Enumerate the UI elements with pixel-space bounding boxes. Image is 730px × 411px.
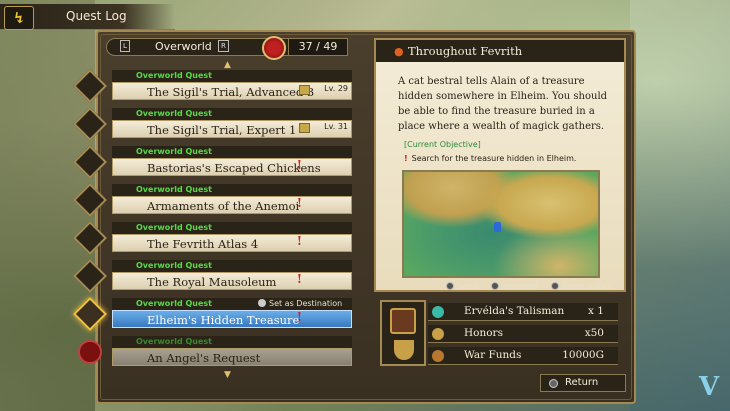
- reward-name: War Funds: [464, 349, 522, 361]
- v-emblem-icon: V: [698, 372, 720, 402]
- reward-row: Honors x50: [428, 325, 618, 343]
- quest-name: Armaments of the Anemoi: [112, 196, 352, 214]
- quest-name: Elheim's Hidden Treasure: [112, 310, 352, 328]
- reward-row: War Funds 10000G: [428, 347, 618, 365]
- quest-type: Overworld Quest: [112, 184, 352, 196]
- player-marker-icon: [494, 222, 501, 232]
- quest-row[interactable]: Overworld Quest The Royal Mausoleum!: [73, 259, 354, 293]
- quest-diamond-icon: [78, 340, 102, 364]
- quest-row[interactable]: Overworld Quest Bastorias's Escaped Chick…: [73, 145, 354, 179]
- quest-row[interactable]: Overworld Quest An Angel's Request: [78, 336, 354, 368]
- region-tab-label[interactable]: Overworld: [155, 40, 212, 53]
- talisman-icon: [432, 306, 444, 318]
- quest-type: Overworld Quest: [112, 70, 352, 82]
- quest-description: A cat bestral tells Alain of a treasure …: [398, 76, 608, 132]
- zoom-control[interactable]: Zoom In/Out: [550, 282, 612, 291]
- background-right: [630, 0, 730, 411]
- wax-seal-icon: [262, 36, 286, 60]
- reward-value: x 1: [588, 305, 604, 317]
- quest-name: Bastorias's Escaped Chickens: [112, 158, 352, 176]
- recenter-control[interactable]: Recenter: [491, 282, 538, 291]
- new-quest-marker-icon: !: [296, 272, 302, 286]
- quest-row[interactable]: Overworld Quest The Sigil's Trial, Advanc…: [73, 69, 354, 103]
- next-tab-button[interactable]: R: [218, 40, 229, 52]
- coin-bag-icon: [432, 350, 444, 362]
- new-quest-marker-icon: !: [296, 234, 302, 248]
- quest-type: Overworld Quest: [112, 146, 352, 158]
- quest-row[interactable]: Overworld Quest Set as Destination Elheim'…: [73, 297, 354, 331]
- objective-text: Search for the treasure hidden in Elheim…: [411, 154, 577, 163]
- quest-row[interactable]: Overworld Quest Armaments of the Anemoi!: [73, 183, 354, 217]
- quest-log-emblem-icon: ↯: [4, 6, 34, 30]
- scroll-control[interactable]: Scroll: [446, 282, 479, 291]
- quest-level: Lv. 31: [324, 122, 348, 131]
- scroll-icon: [299, 85, 310, 95]
- quest-location: Throughout Fevrith: [408, 44, 523, 58]
- quest-name: The Fevrith Atlas 4: [112, 234, 352, 252]
- stick-icon: [446, 282, 454, 290]
- stick-icon: [550, 282, 559, 290]
- new-quest-marker-icon: !: [296, 158, 302, 172]
- new-quest-marker-icon: !: [296, 196, 302, 210]
- scroll-up-icon[interactable]: ▲: [224, 60, 231, 70]
- reward-row: Ervélda's Talisman x 1: [428, 303, 618, 321]
- set-destination-hint[interactable]: Set as Destination: [258, 299, 342, 309]
- quest-row[interactable]: Overworld Quest The Sigil's Trial, Expert…: [73, 107, 354, 141]
- quest-level: Lv. 29: [324, 84, 348, 93]
- new-quest-marker-icon: !: [296, 310, 302, 324]
- quest-log-header: ↯ Quest Log: [0, 4, 175, 30]
- reward-name: Ervélda's Talisman: [464, 305, 565, 317]
- reward-name: Honors: [464, 327, 503, 339]
- stick-icon: [491, 282, 500, 290]
- treasure-chest-icon: [390, 308, 416, 334]
- quest-name: An Angel's Request: [112, 348, 352, 366]
- quest-name: The Sigil's Trial, Advanced 3: [112, 82, 352, 100]
- button-icon: [258, 299, 266, 307]
- objective: ! Search for the treasure hidden in Elhei…: [404, 154, 576, 163]
- quest-name: The Royal Mausoleum: [112, 272, 352, 290]
- quest-detail-panel: ● Throughout Fevrith A cat bestral tells…: [374, 38, 626, 292]
- scroll-down-icon[interactable]: ▼: [224, 370, 231, 380]
- page-title: Quest Log: [66, 9, 127, 23]
- quest-type: Overworld Quest: [112, 108, 352, 120]
- scroll-icon: [299, 123, 310, 133]
- trophy-icon: [394, 340, 414, 360]
- quest-type: Overworld Quest: [112, 222, 352, 234]
- quest-name: The Sigil's Trial, Expert 1: [112, 120, 352, 138]
- quest-row[interactable]: Overworld Quest The Fevrith Atlas 4!: [73, 221, 354, 255]
- quest-type: Overworld Quest: [112, 336, 352, 348]
- quest-map[interactable]: [402, 170, 600, 278]
- quest-count: 37 / 49: [288, 38, 348, 56]
- return-button[interactable]: Return: [540, 374, 626, 392]
- reward-value: 10000G: [562, 349, 604, 361]
- prev-tab-button[interactable]: L: [120, 40, 130, 52]
- reward-value: x50: [584, 327, 604, 339]
- objective-label: [Current Objective]: [404, 140, 481, 149]
- button-o-icon: [549, 379, 558, 388]
- objective-marker-icon: !: [404, 154, 408, 163]
- map-controls: Scroll Recenter Zoom In/Out: [446, 282, 622, 291]
- rewards-emblem: [380, 300, 426, 366]
- location-pin-icon: ●: [394, 45, 404, 58]
- quest-type: Overworld Quest: [112, 260, 352, 272]
- trophy-icon: [432, 328, 444, 340]
